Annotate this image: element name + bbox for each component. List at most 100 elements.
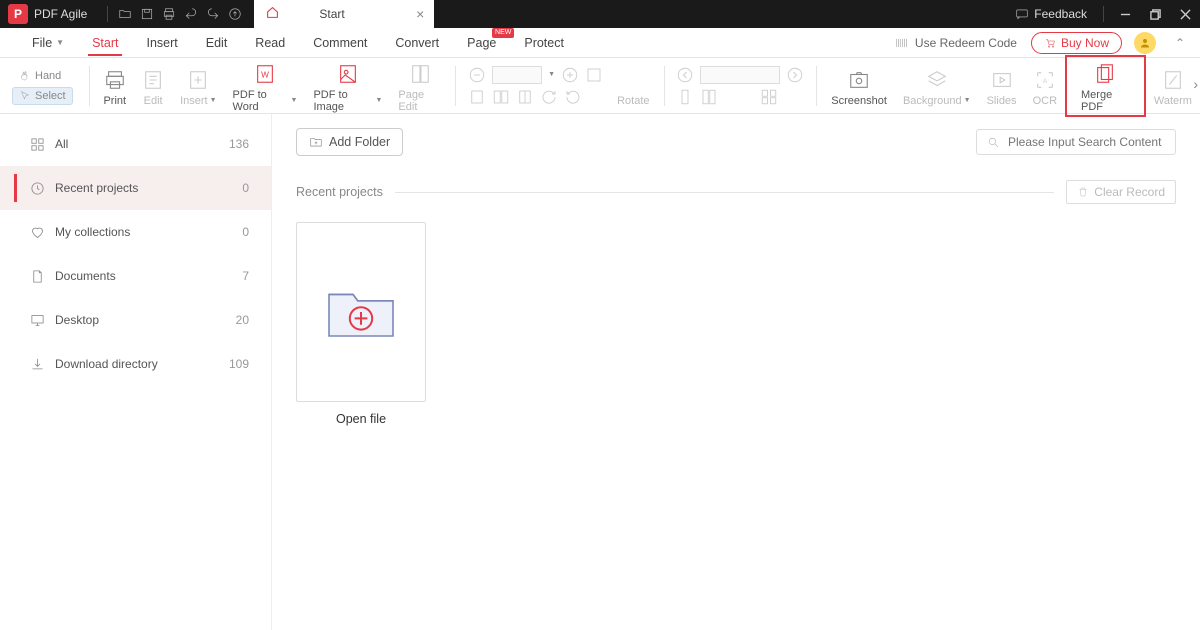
view2-icon[interactable] xyxy=(492,88,510,106)
sidebar-item-collections[interactable]: My collections 0 xyxy=(0,210,271,254)
menu-convert[interactable]: Convert xyxy=(381,28,453,58)
separator xyxy=(107,6,108,22)
page-edit-button[interactable]: Page Edit xyxy=(390,59,449,113)
sidebar: All 136 Recent projects 0 My collections… xyxy=(0,114,272,630)
search-box[interactable] xyxy=(976,129,1176,155)
fit-page-icon[interactable] xyxy=(585,66,603,84)
svg-text:A: A xyxy=(1043,77,1048,84)
redeem-code-button[interactable]: Use Redeem Code xyxy=(895,36,1017,50)
menu-comment[interactable]: Comment xyxy=(299,28,381,58)
sidebar-item-label: Download directory xyxy=(55,357,158,371)
feedback-icon xyxy=(1015,7,1029,21)
slides-button[interactable]: Slides xyxy=(979,65,1025,107)
user-avatar[interactable] xyxy=(1134,32,1156,54)
ocr-button[interactable]: AOCR xyxy=(1025,65,1065,107)
menu-start[interactable]: Start xyxy=(78,28,132,58)
sidebar-item-all[interactable]: All 136 xyxy=(0,122,271,166)
menu-page[interactable]: PageNEW xyxy=(453,28,510,58)
rotate-ccw-icon[interactable] xyxy=(564,88,582,106)
rotate-cw-icon[interactable] xyxy=(540,88,558,106)
collapse-ribbon-button[interactable]: ⌃ xyxy=(1170,36,1190,50)
add-folder-button[interactable]: Add Folder xyxy=(296,128,403,156)
body: All 136 Recent projects 0 My collections… xyxy=(0,114,1200,630)
search-icon xyxy=(987,136,1000,149)
rotate-button[interactable]: Rotate xyxy=(609,65,657,107)
close-tab-icon[interactable]: × xyxy=(416,6,424,22)
clear-record-button[interactable]: Clear Record xyxy=(1066,180,1176,204)
ribbon-side-tools: Hand Select xyxy=(12,67,73,105)
menu-insert[interactable]: Insert xyxy=(132,28,191,58)
upload-icon[interactable] xyxy=(224,3,246,25)
page-input[interactable] xyxy=(700,66,780,84)
edit-button[interactable]: Edit xyxy=(134,65,172,107)
view1-icon[interactable] xyxy=(468,88,486,106)
desktop-icon xyxy=(30,313,45,328)
next-page-icon[interactable] xyxy=(786,66,804,84)
menubar: File▼ Start Insert Edit Read Comment Con… xyxy=(0,28,1200,58)
zoom-controls: ▼ xyxy=(462,66,609,106)
zoom-input[interactable] xyxy=(492,66,542,84)
select-tool[interactable]: Select xyxy=(12,87,73,105)
sidebar-item-count: 0 xyxy=(242,225,249,239)
feedback-button[interactable]: Feedback xyxy=(1015,7,1087,21)
chevron-down-icon[interactable]: ▼ xyxy=(548,71,555,78)
section-header: Recent projects Clear Record xyxy=(296,180,1176,204)
page-nav-controls xyxy=(670,66,810,106)
section-title: Recent projects xyxy=(296,185,383,199)
buy-now-button[interactable]: Buy Now xyxy=(1031,32,1122,54)
pdf-to-word-button[interactable]: WPDF to Word ▼ xyxy=(225,59,306,113)
menu-edit[interactable]: Edit xyxy=(192,28,242,58)
view3-icon[interactable] xyxy=(516,88,534,106)
single-col-icon[interactable] xyxy=(676,88,694,106)
grid-view-icon[interactable] xyxy=(760,88,778,106)
heart-icon xyxy=(30,225,45,240)
open-file-card[interactable]: Open file xyxy=(296,222,426,426)
redo-icon[interactable] xyxy=(202,3,224,25)
print-icon[interactable] xyxy=(158,3,180,25)
prev-page-icon[interactable] xyxy=(676,66,694,84)
tab-title: Start xyxy=(319,7,344,21)
sidebar-item-count: 0 xyxy=(242,181,249,195)
titlebar: P PDF Agile Start × Feedback xyxy=(0,0,1200,28)
screenshot-button[interactable]: Screenshot xyxy=(823,65,895,107)
merge-pdf-highlight: Merge PDF xyxy=(1065,55,1146,117)
zoom-out-icon[interactable] xyxy=(468,66,486,84)
minimize-button[interactable] xyxy=(1110,0,1140,28)
cart-icon xyxy=(1044,37,1056,49)
svg-text:W: W xyxy=(261,70,269,79)
menu-read[interactable]: Read xyxy=(241,28,299,58)
two-col-icon[interactable] xyxy=(700,88,718,106)
zoom-in-icon[interactable] xyxy=(561,66,579,84)
sidebar-item-recent[interactable]: Recent projects 0 xyxy=(0,166,271,210)
barcode-icon xyxy=(895,36,909,50)
ribbon-scroll-right[interactable]: › xyxy=(1193,76,1198,92)
trash-icon xyxy=(1077,186,1089,198)
pdf-to-image-button[interactable]: PDF to Image ▼ xyxy=(305,59,390,113)
close-window-button[interactable] xyxy=(1170,0,1200,28)
app-logo: P xyxy=(8,4,28,24)
save-icon[interactable] xyxy=(136,3,158,25)
home-icon xyxy=(266,6,279,22)
sidebar-item-label: Documents xyxy=(55,269,116,283)
print-button[interactable]: Print xyxy=(95,65,134,107)
undo-icon[interactable] xyxy=(180,3,202,25)
merge-pdf-button[interactable]: Merge PDF xyxy=(1073,59,1138,113)
open-file-icon[interactable] xyxy=(114,3,136,25)
sidebar-item-documents[interactable]: Documents 7 xyxy=(0,254,271,298)
document-icon xyxy=(30,269,45,284)
folder-plus-icon xyxy=(309,135,323,149)
hand-tool[interactable]: Hand xyxy=(12,67,73,85)
sidebar-item-download[interactable]: Download directory 109 xyxy=(0,342,271,386)
grid-icon xyxy=(30,137,45,152)
search-input[interactable] xyxy=(1008,135,1165,149)
insert-button[interactable]: Insert ▼ xyxy=(172,65,224,107)
sidebar-item-count: 20 xyxy=(236,313,249,327)
sidebar-item-desktop[interactable]: Desktop 20 xyxy=(0,298,271,342)
sidebar-item-count: 136 xyxy=(229,137,249,151)
menu-file[interactable]: File▼ xyxy=(18,28,78,58)
watermark-button[interactable]: Waterm xyxy=(1146,65,1200,107)
menu-protect[interactable]: Protect xyxy=(510,28,578,58)
background-button[interactable]: Background ▼ xyxy=(895,65,979,107)
tab-start[interactable]: Start × xyxy=(254,0,434,28)
maximize-button[interactable] xyxy=(1140,0,1170,28)
